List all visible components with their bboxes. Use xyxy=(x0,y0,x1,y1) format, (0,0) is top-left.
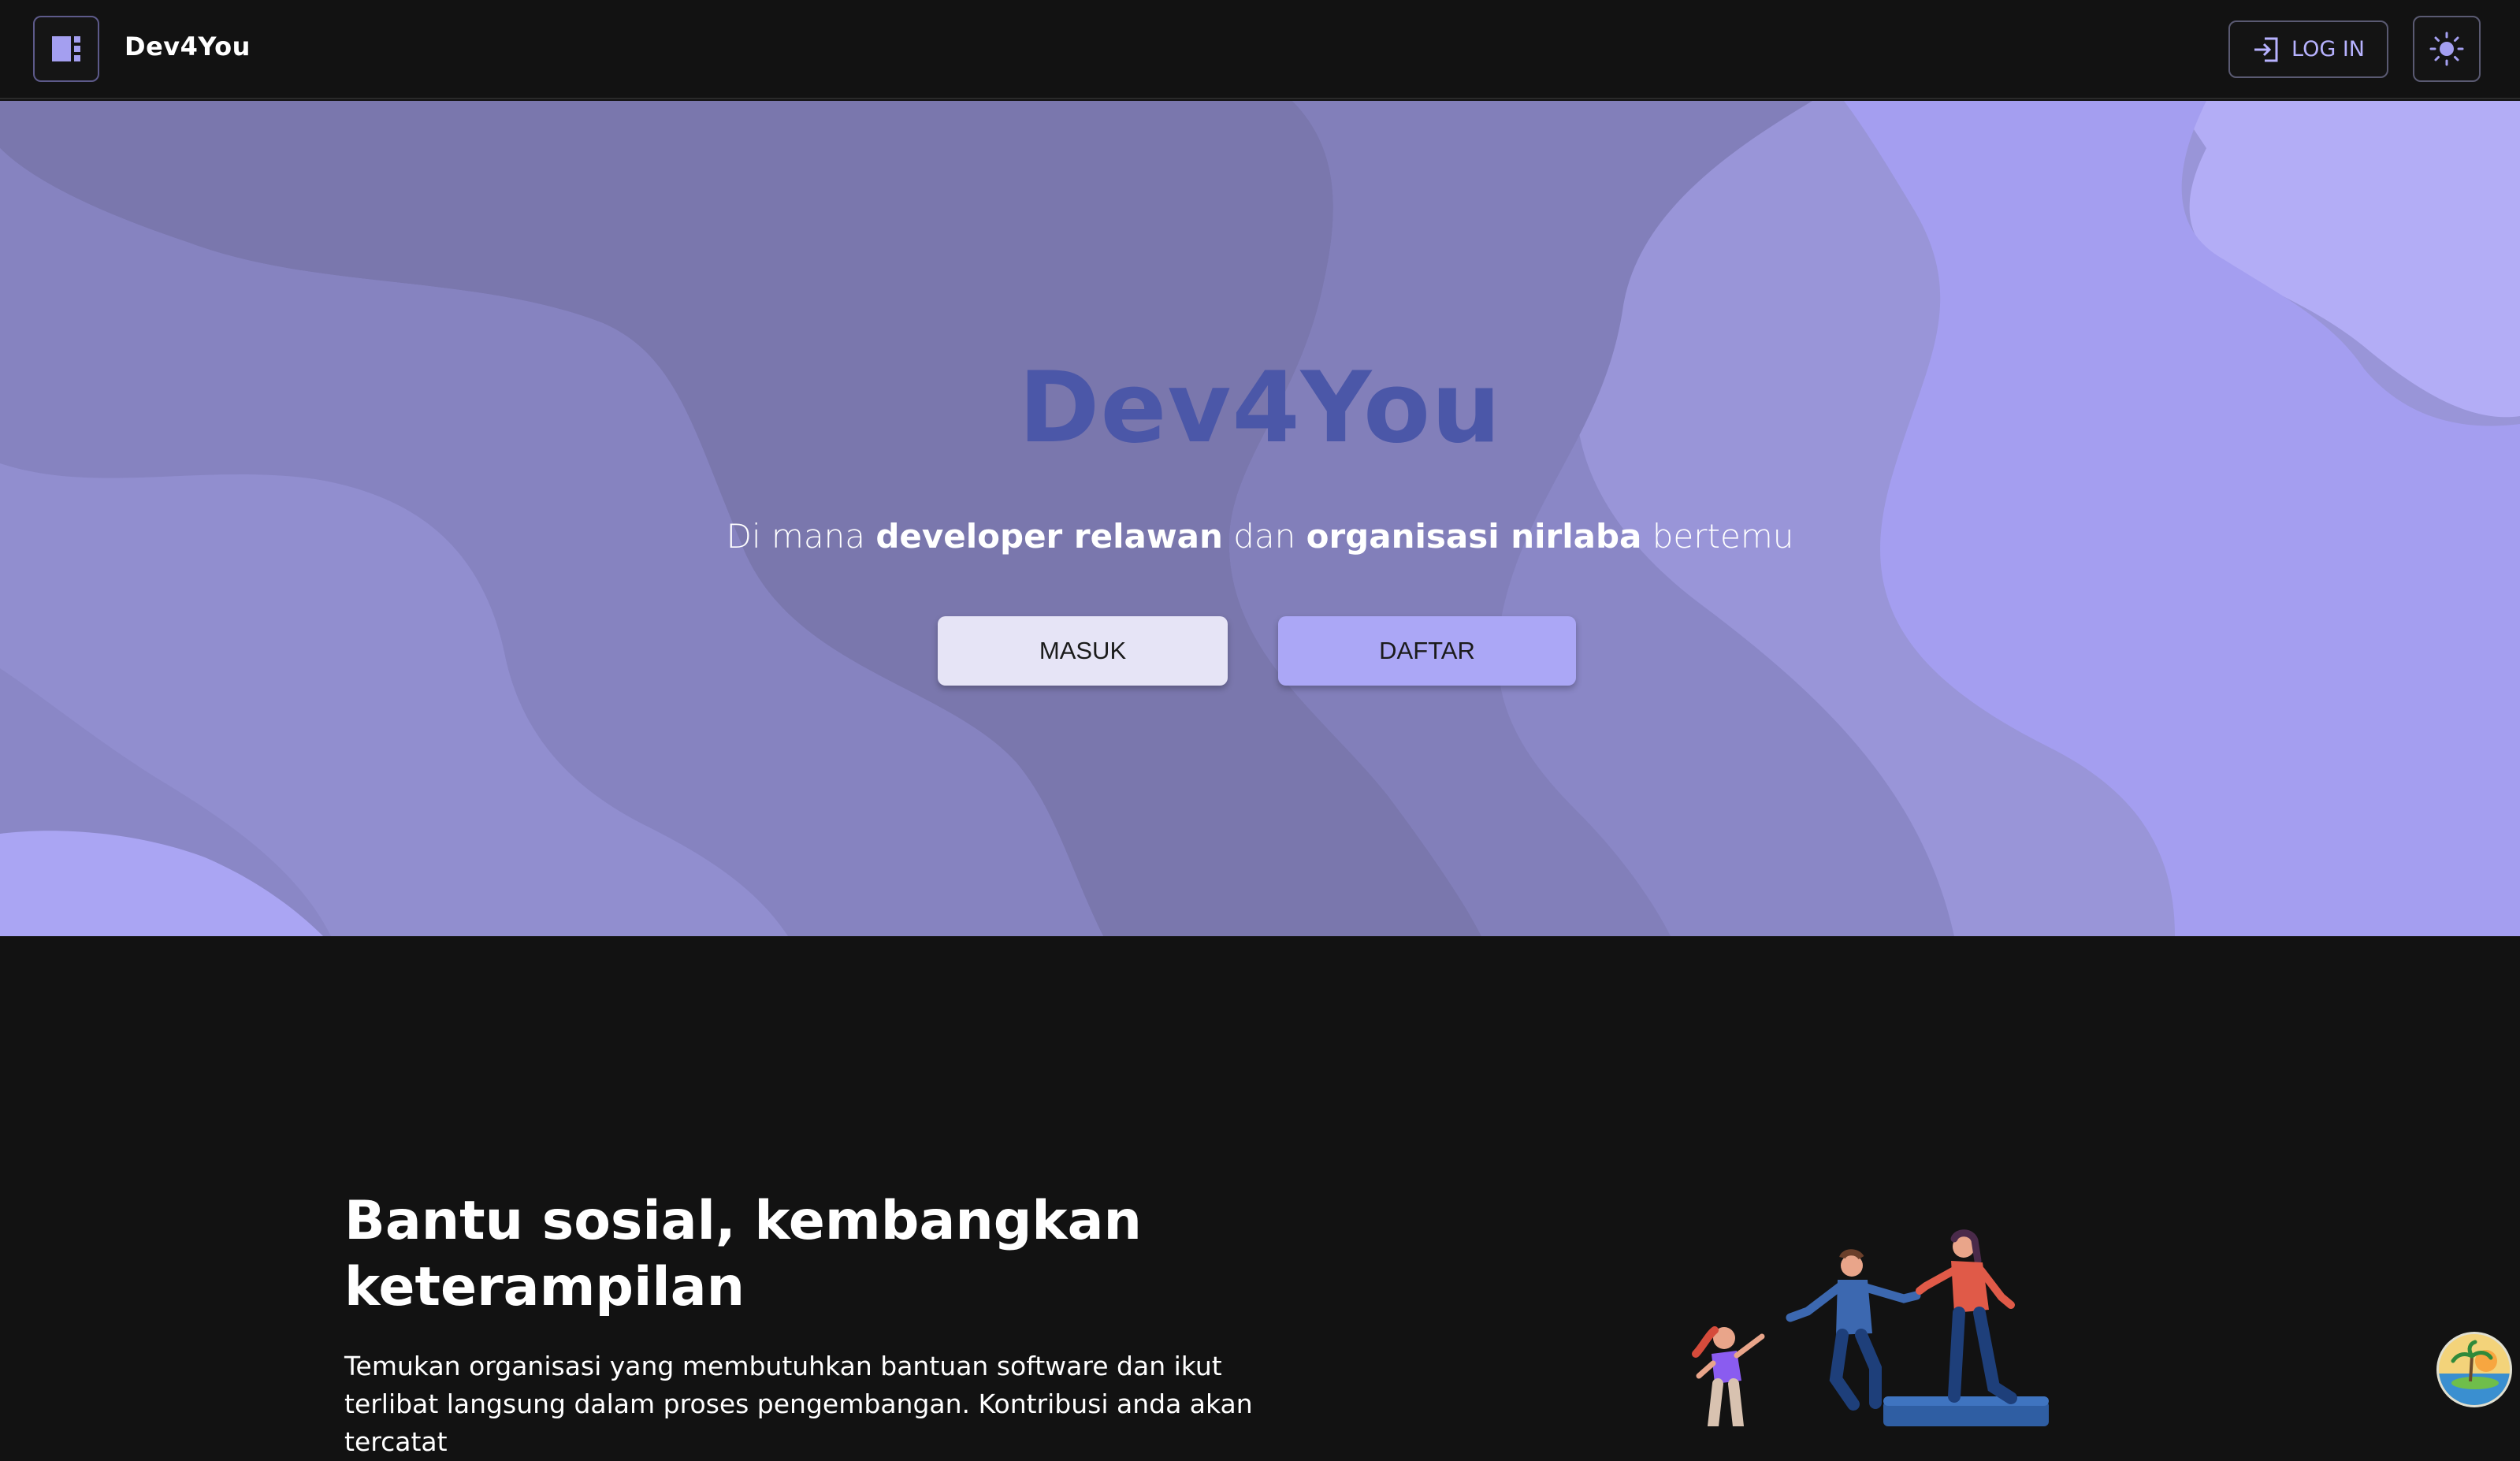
floating-avatar-button[interactable] xyxy=(2436,1332,2512,1407)
helping-people-illustration xyxy=(1692,1229,2049,1426)
brand-name[interactable]: Dev4You xyxy=(125,32,251,61)
island-avatar-icon xyxy=(2439,1334,2510,1405)
sidebar-toggle-button[interactable] xyxy=(33,16,99,82)
login-icon xyxy=(2254,37,2278,61)
hero-banner: Dev4You Di mana developer relawan dan or… xyxy=(0,101,2520,936)
subtitle-text-2: dan xyxy=(1222,517,1306,556)
subtitle-text-3: bertemu xyxy=(1641,517,1794,556)
daftar-button[interactable]: DAFTAR xyxy=(1278,616,1576,686)
masuk-button[interactable]: MASUK xyxy=(938,616,1228,686)
subtitle-bold-organisasi: organisasi nirlaba xyxy=(1306,517,1642,556)
sun-icon xyxy=(2429,32,2464,66)
section-heading: Bantu sosial, kembangkan keterampilan xyxy=(344,1190,1142,1318)
hero-subtitle: Di mana developer relawan dan organisasi… xyxy=(0,517,2520,556)
hero-title: Dev4You xyxy=(1018,351,1502,465)
top-navbar: Dev4You LOG IN xyxy=(0,0,2520,99)
login-button[interactable]: LOG IN xyxy=(2228,20,2388,78)
sidebar-menu-icon xyxy=(52,36,80,61)
theme-toggle-button[interactable] xyxy=(2413,16,2481,82)
login-label: LOG IN xyxy=(2291,37,2365,61)
subtitle-text-1: Di mana xyxy=(726,517,876,556)
subtitle-bold-developer: developer relawan xyxy=(875,517,1223,556)
section-paragraph: Temukan organisasi yang membutuhkan bant… xyxy=(344,1351,1253,1457)
